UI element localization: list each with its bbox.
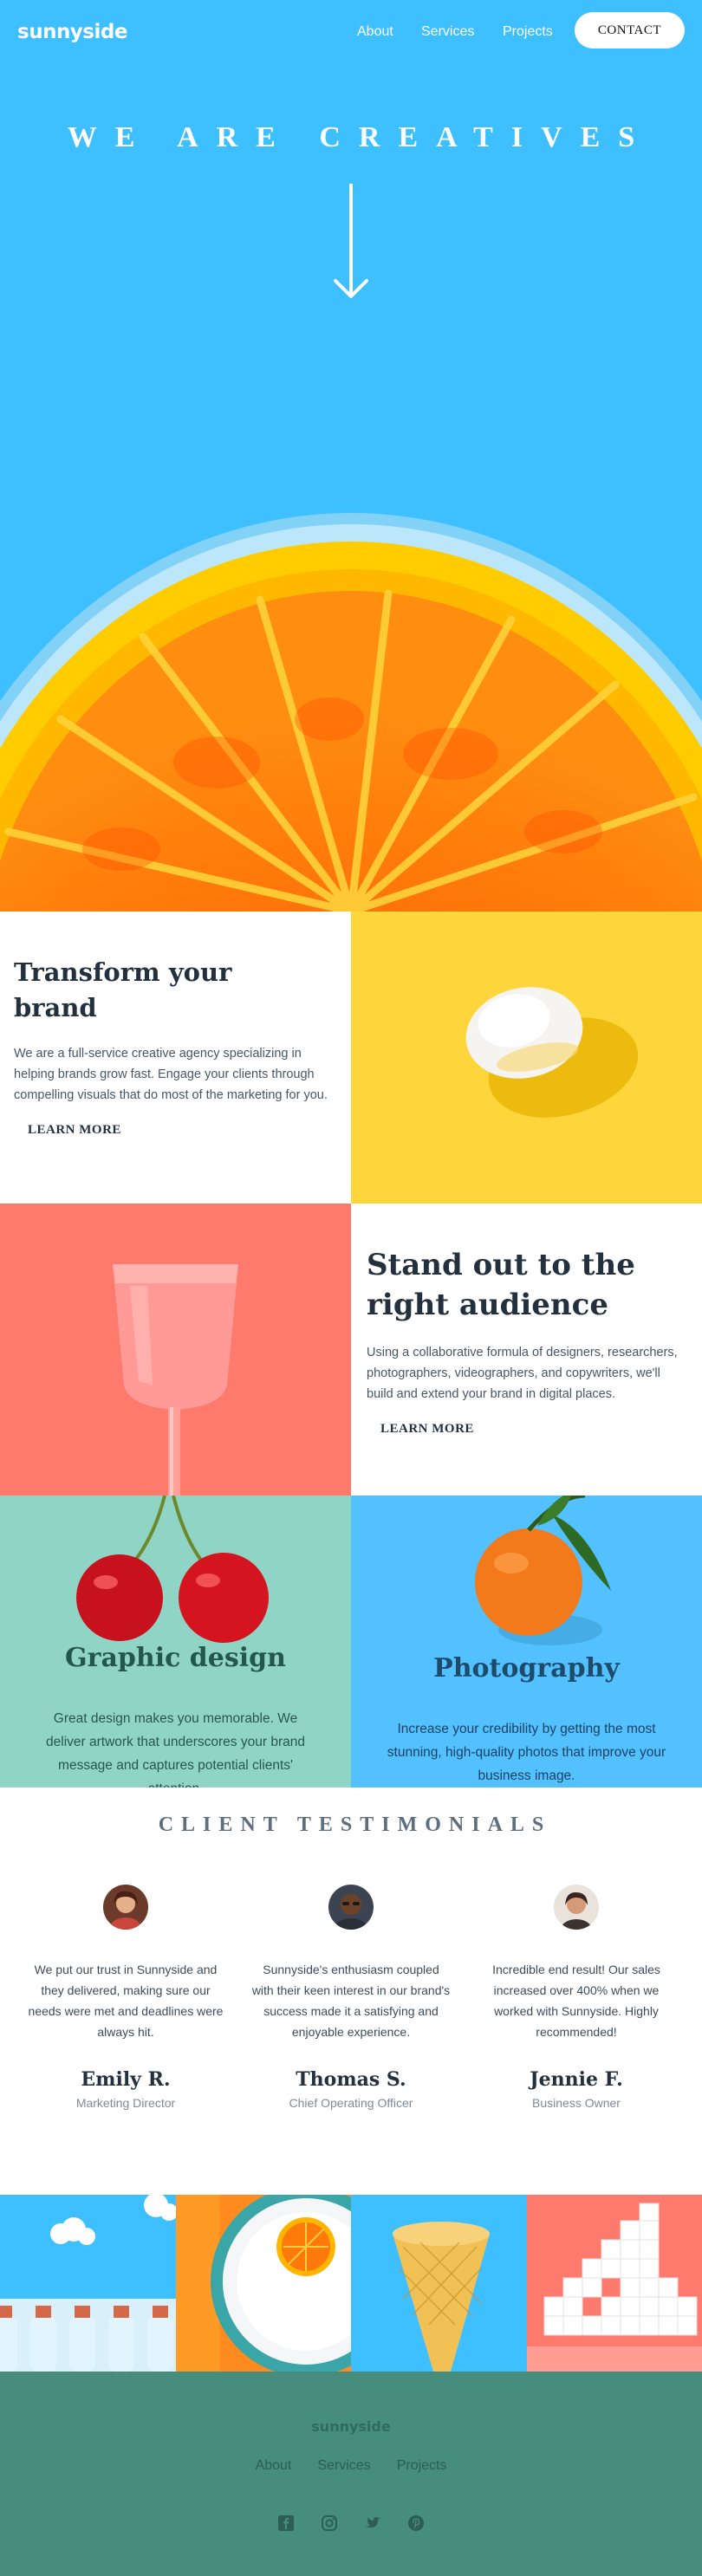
testimonial-card: We put our trust in Sunnyside and they d… xyxy=(26,1885,225,2110)
testimonial-name: Thomas S. xyxy=(251,2068,451,2091)
testimonial-card: Incredible end result! Our sales increas… xyxy=(477,1885,676,2110)
pink-glass-illustration xyxy=(0,1204,351,1496)
avatar xyxy=(103,1885,148,1930)
contact-button[interactable]: CONTACT xyxy=(575,12,685,49)
graphic-design-title: Graphic design xyxy=(0,1643,351,1673)
photography-body: Increase your credibility by getting the… xyxy=(386,1717,667,1788)
brand-learn-more-link[interactable]: LEARN MORE xyxy=(28,1123,121,1138)
site-logo[interactable]: sunnyside xyxy=(17,21,127,43)
social-links xyxy=(0,2514,702,2532)
footer-link-projects[interactable]: Projects xyxy=(397,2458,447,2474)
egg-image xyxy=(351,912,702,1204)
gallery-orange-plate-image xyxy=(176,2195,352,2372)
gallery-ice-cream-cone-image xyxy=(351,2195,527,2372)
audience-text-block: Stand out to the right audience Using a … xyxy=(351,1204,702,1496)
testimonial-role: Chief Operating Officer xyxy=(251,2096,451,2110)
brand-title: Transform your brand xyxy=(14,955,309,1026)
brand-body: We are a full-service creative agency sp… xyxy=(14,1043,335,1106)
testimonial-role: Marketing Director xyxy=(26,2096,225,2110)
testimonial-name: Jennie F. xyxy=(477,2068,676,2091)
nav-link-about[interactable]: About xyxy=(357,24,393,40)
egg-illustration xyxy=(351,912,702,1204)
facebook-icon[interactable] xyxy=(277,2514,295,2532)
gallery-milk-bottles-image xyxy=(0,2195,176,2372)
hero-title: WE ARE CREATIVES xyxy=(0,121,702,154)
feature-row-audience: Stand out to the right audience Using a … xyxy=(0,1204,702,1496)
glass-image xyxy=(0,1204,351,1496)
footer-link-about[interactable]: About xyxy=(256,2458,292,2474)
graphic-design-card: Graphic design Great design makes you me… xyxy=(0,1496,351,1788)
footer-logo[interactable]: sunnyside xyxy=(0,2418,702,2435)
hero-orange-image xyxy=(0,503,702,912)
testimonials-title: CLIENT TESTIMONIALS xyxy=(0,1814,702,1837)
audience-learn-more-link[interactable]: LEARN MORE xyxy=(380,1422,474,1437)
footer-nav: About Services Projects xyxy=(0,2458,702,2474)
audience-title: Stand out to the right audience xyxy=(367,1245,679,1325)
testimonial-name: Emily R. xyxy=(26,2068,225,2091)
pinterest-icon[interactable] xyxy=(407,2514,425,2532)
photography-card: Photography Increase your credibility by… xyxy=(351,1496,702,1788)
testimonial-quote: Incredible end result! Our sales increas… xyxy=(477,1959,676,2042)
footer-link-services[interactable]: Services xyxy=(317,2458,370,2474)
brand-text-block: Transform your brand We are a full-servi… xyxy=(0,912,351,1204)
top-navigation: sunnyside About Services Projects CONTAC… xyxy=(0,0,702,62)
audience-learn-more-label: LEARN MORE xyxy=(380,1422,474,1436)
twitter-icon[interactable] xyxy=(364,2514,381,2532)
testimonials-section: CLIENT TESTIMONIALS We put our trust in … xyxy=(0,1788,702,2195)
arrow-down-icon[interactable] xyxy=(334,184,368,300)
nav-link-services[interactable]: Services xyxy=(421,24,474,40)
services-row: Graphic design Great design makes you me… xyxy=(0,1496,702,1788)
hero-section: sunnyside About Services Projects CONTAC… xyxy=(0,0,702,912)
photography-title: Photography xyxy=(351,1653,702,1684)
testimonial-quote: Sunnyside's enthusiasm coupled with thei… xyxy=(251,1959,451,2042)
nav-link-projects[interactable]: Projects xyxy=(503,24,553,40)
image-gallery xyxy=(0,2195,702,2372)
avatar xyxy=(554,1885,599,1930)
footer: sunnyside About Services Projects xyxy=(0,2372,702,2576)
feature-row-brand: Transform your brand We are a full-servi… xyxy=(0,912,702,1204)
graphic-design-body: Great design makes you memorable. We del… xyxy=(35,1707,316,1788)
avatar xyxy=(328,1885,374,1930)
testimonial-card: Sunnyside's enthusiasm coupled with thei… xyxy=(251,1885,451,2110)
audience-body: Using a collaborative formula of designe… xyxy=(367,1342,687,1405)
testimonial-role: Business Owner xyxy=(477,2096,676,2110)
brand-learn-more-label: LEARN MORE xyxy=(28,1123,121,1137)
testimonial-quote: We put our trust in Sunnyside and they d… xyxy=(26,1959,225,2042)
gallery-sugar-cubes-image xyxy=(527,2195,702,2372)
instagram-icon[interactable] xyxy=(321,2514,338,2532)
